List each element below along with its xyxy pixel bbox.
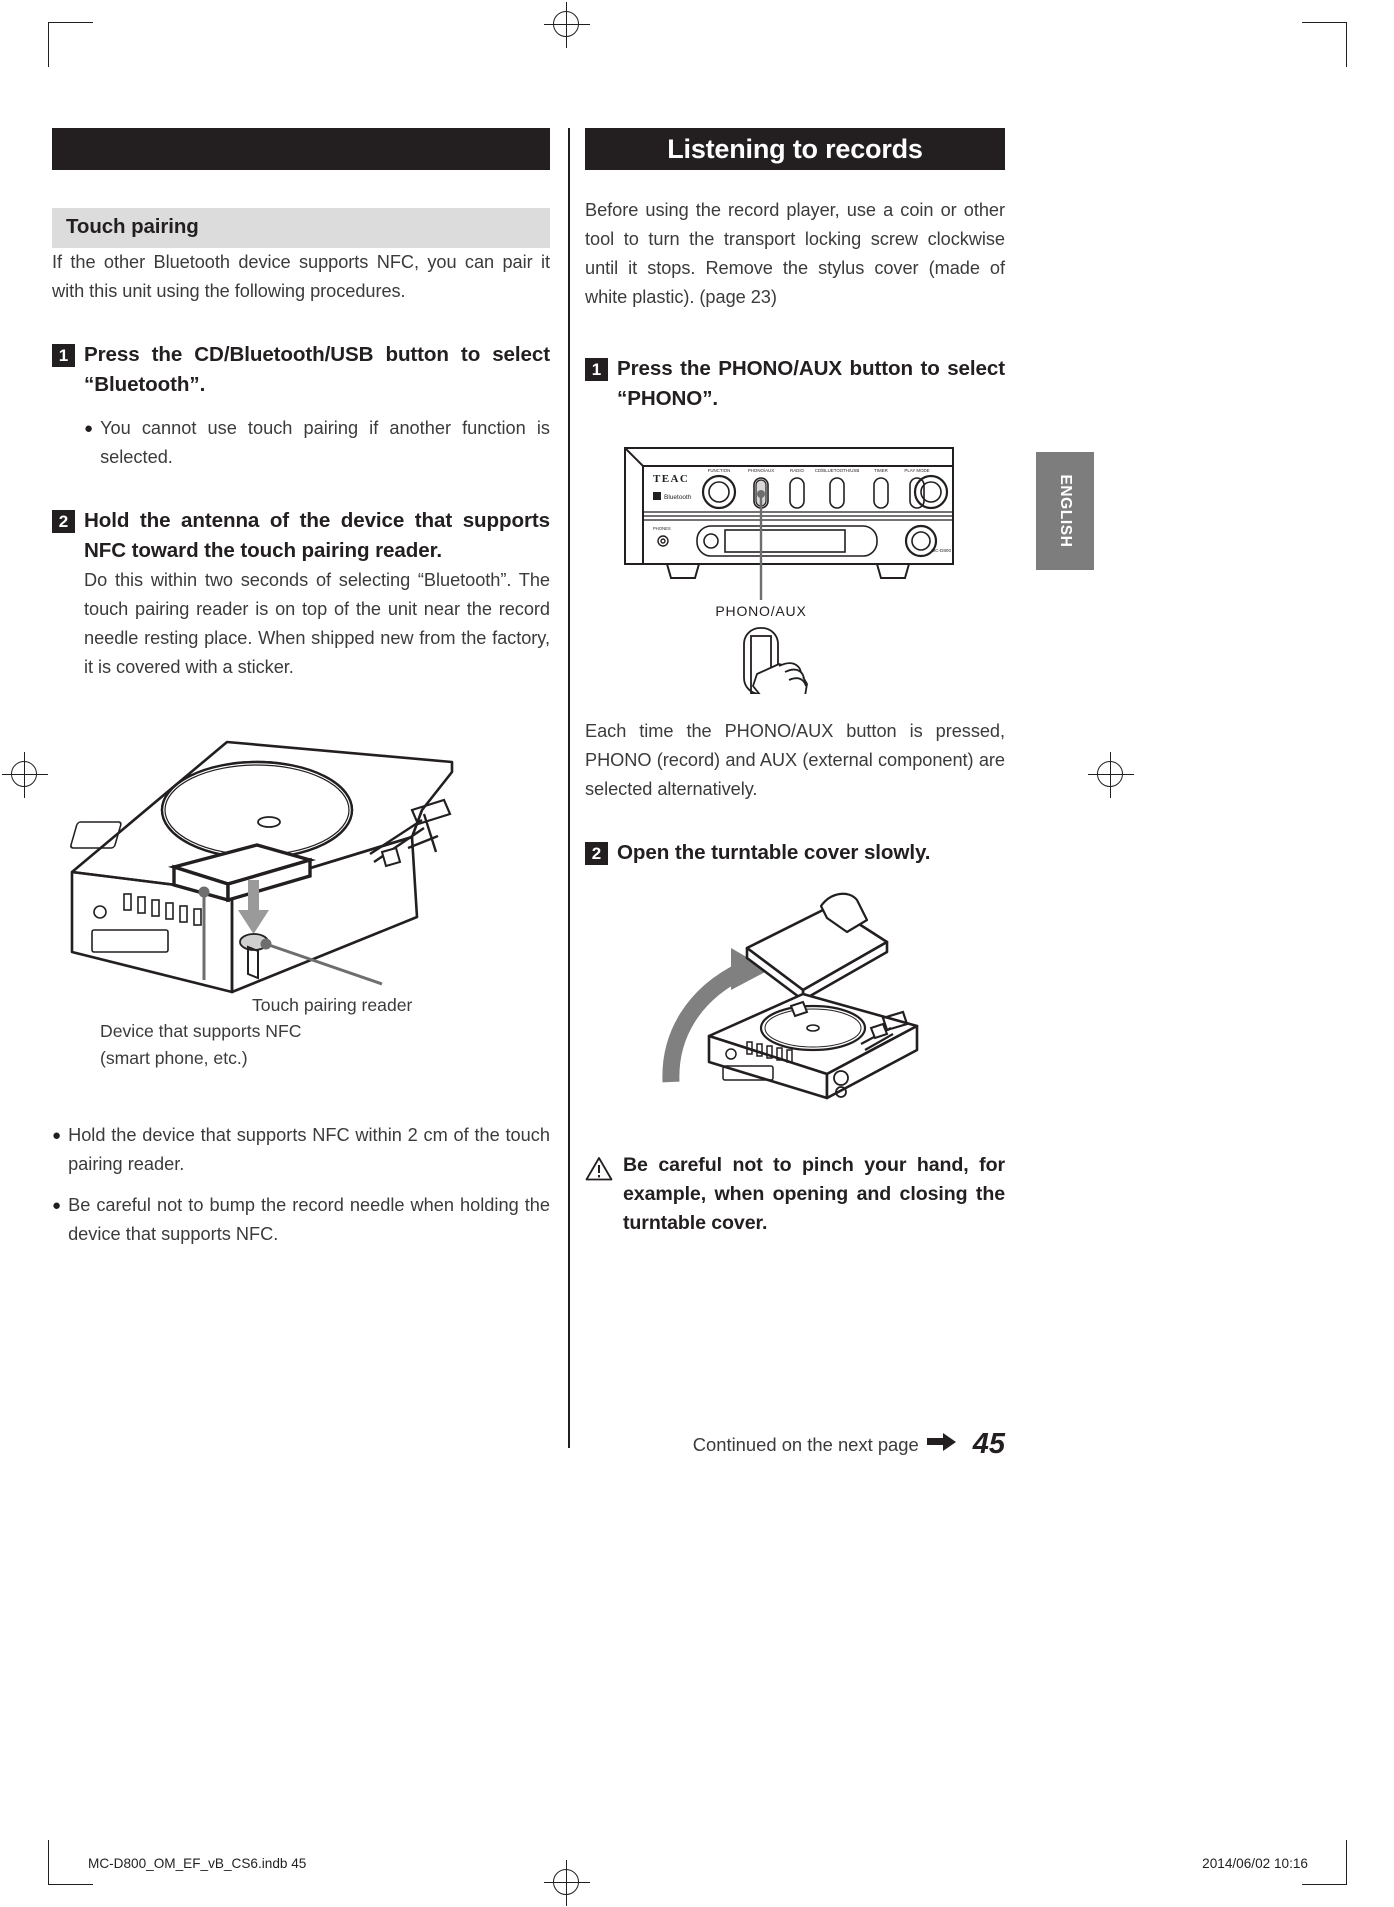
phono-aux-explanation: Each time the PHONO/AUX button is presse… bbox=[585, 721, 1005, 799]
step-2-text: Hold the antenna of the device that supp… bbox=[84, 509, 550, 562]
bullet-text: Be careful not to bump the record needle… bbox=[68, 1195, 550, 1244]
list-item: ● Hold the device that supports NFC with… bbox=[52, 1121, 550, 1179]
registration-mark-right bbox=[1088, 752, 1134, 798]
left-step-1: 1 Press the CD/Bluetooth/USB button to s… bbox=[52, 340, 550, 400]
bullet-dot-icon: ● bbox=[84, 420, 94, 437]
step-1-bullets: ● You cannot use touch pairing if anothe… bbox=[84, 414, 550, 472]
step-2-body-wrap: Do this within two seconds of selecting … bbox=[84, 566, 550, 682]
section-heading-touch-pairing: Touch pairing bbox=[52, 208, 550, 248]
brand-text: TEAC bbox=[653, 473, 689, 485]
crop-mark-bottom-left bbox=[48, 1840, 93, 1885]
caption-touch-pairing-reader: Touch pairing reader bbox=[252, 995, 413, 1015]
svg-text:TIMER: TIMER bbox=[874, 468, 888, 473]
bullet-dot-icon: ● bbox=[52, 1127, 62, 1144]
bluetooth-badge-icon: Bluetooth bbox=[653, 492, 692, 501]
touch-pairing-intro: If the other Bluetooth device supports N… bbox=[52, 252, 550, 301]
list-item: ● You cannot use touch pairing if anothe… bbox=[84, 414, 550, 472]
svg-text:RADIO: RADIO bbox=[790, 468, 804, 473]
manual-page: Touch pairing If the other Bluetooth dev… bbox=[0, 0, 1394, 1907]
bullet-text: You cannot use touch pairing if another … bbox=[100, 418, 550, 467]
caution-notice: Be careful not to pinch your hand, for e… bbox=[585, 1151, 1005, 1238]
caption-nfc-device-line1: Device that supports NFC bbox=[100, 1021, 302, 1041]
step-1-text: Press the CD/Bluetooth/USB button to sel… bbox=[84, 343, 550, 396]
column-divider bbox=[568, 128, 571, 1448]
listening-intro: Before using the record player, use a co… bbox=[585, 200, 1005, 307]
svg-text:FUNCTION: FUNCTION bbox=[708, 468, 731, 473]
svg-text:PHONES: PHONES bbox=[653, 526, 671, 531]
page-title: Listening to records bbox=[585, 128, 1005, 170]
svg-text:MC-D800: MC-D800 bbox=[931, 548, 951, 553]
step-number-badge: 2 bbox=[52, 510, 75, 533]
turntable-cover-illustration bbox=[635, 886, 1005, 1121]
page-number: 45 bbox=[972, 1428, 1005, 1460]
list-item: ● Be careful not to bump the record need… bbox=[52, 1191, 550, 1249]
crop-mark-bottom-right bbox=[1302, 1840, 1347, 1885]
language-side-tab: ENGLISH bbox=[1036, 452, 1094, 570]
right-step-1: 1 Press the PHONO/AUX button to select “… bbox=[585, 354, 1005, 414]
svg-text:PHONO/AUX: PHONO/AUX bbox=[748, 468, 774, 473]
left-step-2: 2 Hold the antenna of the device that su… bbox=[52, 506, 550, 566]
footer: Continued on the next page 45 bbox=[585, 1428, 1005, 1461]
crop-mark-top-right bbox=[1302, 22, 1347, 67]
left-closing-bullets: ● Hold the device that supports NFC with… bbox=[52, 1121, 550, 1249]
right-column: Listening to records Before using the re… bbox=[585, 128, 1005, 1238]
left-top-black-bar bbox=[52, 128, 550, 170]
bullet-dot-icon: ● bbox=[52, 1197, 62, 1214]
svg-text:CD/BLUETOOTH/USB: CD/BLUETOOTH/USB bbox=[815, 468, 860, 473]
svg-text:Bluetooth: Bluetooth bbox=[664, 494, 692, 501]
language-side-tab-label: ENGLISH bbox=[1057, 474, 1074, 548]
continued-note: Continued on the next page bbox=[692, 1433, 919, 1455]
receiver-illustration: TEAC Bluetooth FUNCTION PHONO/AUX RADIO … bbox=[601, 434, 1005, 699]
turntable-nfc-diagram bbox=[70, 740, 454, 994]
bullet-text: Hold the device that supports NFC within… bbox=[68, 1125, 550, 1174]
registration-mark-left bbox=[2, 752, 48, 798]
mc-d800-front-panel-diagram: TEAC Bluetooth FUNCTION PHONO/AUX RADIO … bbox=[624, 447, 954, 697]
warning-triangle-icon bbox=[585, 1156, 613, 1186]
step-number-badge: 1 bbox=[585, 358, 608, 381]
open-turntable-cover-diagram bbox=[662, 892, 919, 1100]
arrow-right-icon bbox=[926, 1433, 957, 1456]
step-2-body: Do this within two seconds of selecting … bbox=[84, 570, 550, 677]
left-column: Touch pairing If the other Bluetooth dev… bbox=[52, 128, 550, 1249]
registration-mark-top bbox=[544, 2, 590, 48]
print-timestamp: 2014/06/02 10:16 bbox=[1202, 1856, 1308, 1871]
crop-mark-top-left bbox=[48, 22, 93, 67]
print-production-line: MC-D800_OM_EF_vB_CS6.indb 45 2014/06/02 … bbox=[88, 1856, 1308, 1871]
svg-text:PLAY MODE: PLAY MODE bbox=[904, 468, 929, 473]
right-step-1-text: Press the PHONO/AUX button to select “PH… bbox=[617, 357, 1005, 410]
nfc-touch-pairing-illustration: Touch pairing reader Device that support… bbox=[52, 702, 550, 1068]
right-step-2: 2 Open the turntable cover slowly. bbox=[585, 838, 1005, 868]
print-file-name: MC-D800_OM_EF_vB_CS6.indb 45 bbox=[88, 1856, 307, 1871]
caption-nfc-device-line2: (smart phone, etc.) bbox=[100, 1048, 248, 1068]
phono-aux-button-label: PHONO/AUX bbox=[715, 603, 806, 619]
step-number-badge: 1 bbox=[52, 344, 75, 367]
step-number-badge: 2 bbox=[585, 842, 608, 865]
caution-text: Be careful not to pinch your hand, for e… bbox=[623, 1154, 1005, 1234]
right-step-2-text: Open the turntable cover slowly. bbox=[617, 841, 931, 864]
